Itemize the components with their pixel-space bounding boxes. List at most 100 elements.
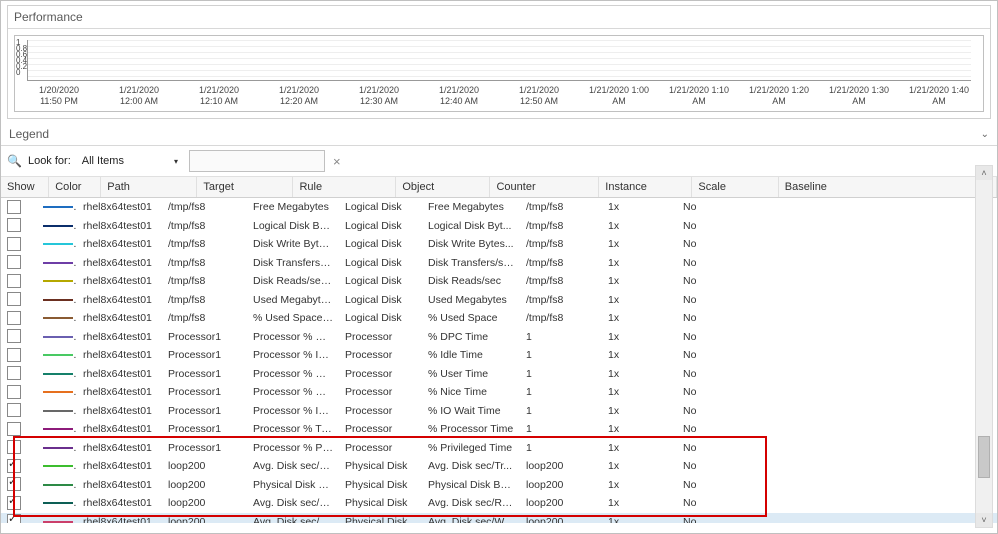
show-checkbox[interactable] <box>7 200 21 214</box>
filter-value: All Items <box>82 155 124 167</box>
table-row[interactable]: rhel8x64test01 /tmp/fs8 Disk Write Bytes… <box>1 235 997 254</box>
cell-path: rhel8x64test01 <box>77 275 162 287</box>
performance-panel: Performance 10.80.60.40.20 1/20/202011:5… <box>7 5 991 119</box>
cell-scale: 1x <box>602 275 677 287</box>
performance-chart[interactable]: 10.80.60.40.20 1/20/202011:50 PM1/21/202… <box>14 35 984 112</box>
table-row[interactable]: rhel8x64test01 Processor1 Processor % DP… <box>1 328 997 347</box>
show-checkbox[interactable] <box>7 218 21 232</box>
table-row[interactable]: rhel8x64test01 Processor1 Processor % Pr… <box>1 439 997 458</box>
show-checkbox[interactable] <box>7 385 21 399</box>
table-row[interactable]: rhel8x64test01 /tmp/fs8 % Used Space (..… <box>1 309 997 328</box>
grid-body[interactable]: rhel8x64test01 /tmp/fs8 Free Megabytes L… <box>1 198 997 523</box>
table-row[interactable]: rhel8x64test01 Processor1 Processor % Ni… <box>1 383 997 402</box>
cell-rule: Processor % IO T... <box>247 405 339 417</box>
col-baseline[interactable]: Baseline <box>779 177 997 197</box>
cell-instance: loop200 <box>520 516 602 523</box>
show-checkbox[interactable] <box>7 514 21 523</box>
show-checkbox[interactable] <box>7 311 21 325</box>
cell-path: rhel8x64test01 <box>77 405 162 417</box>
table-row[interactable]: rhel8x64test01 Processor1 Processor % IO… <box>1 402 997 421</box>
x-tick: 1/21/2020 1:00AM <box>579 85 659 107</box>
col-object[interactable]: Object <box>396 177 490 197</box>
col-counter[interactable]: Counter <box>490 177 599 197</box>
table-row[interactable]: rhel8x64test01 loop200 Avg. Disk sec/Tr.… <box>1 457 997 476</box>
cell-scale: 1x <box>602 405 677 417</box>
vertical-scrollbar[interactable]: ˄ ˅ <box>975 165 993 528</box>
show-checkbox[interactable] <box>7 459 21 473</box>
scroll-up-icon[interactable]: ˄ <box>976 166 992 180</box>
table-row[interactable]: rhel8x64test01 /tmp/fs8 Used Megabytes .… <box>1 291 997 310</box>
x-tick: 1/21/202012:20 AM <box>259 85 339 107</box>
scroll-down-icon[interactable]: ˅ <box>976 513 992 527</box>
filter-dropdown[interactable]: All Items ▾ <box>77 153 183 169</box>
show-checkbox[interactable] <box>7 496 21 510</box>
scroll-thumb[interactable] <box>978 436 990 478</box>
show-checkbox[interactable] <box>7 255 21 269</box>
cell-object: Physical Disk <box>339 479 422 491</box>
show-checkbox[interactable] <box>7 403 21 417</box>
cell-counter: Free Megabytes <box>422 201 520 213</box>
cell-scale: 1x <box>602 257 677 269</box>
cell-target: /tmp/fs8 <box>162 294 247 306</box>
cell-scale: 1x <box>602 497 677 509</box>
x-tick: 1/21/2020 1:40AM <box>899 85 979 107</box>
show-checkbox[interactable] <box>7 274 21 288</box>
legend-header[interactable]: Legend ⌄ <box>1 123 997 146</box>
cell-baseline: No <box>677 368 887 380</box>
show-checkbox[interactable] <box>7 366 21 380</box>
color-swatch <box>43 465 73 467</box>
color-swatch <box>43 354 73 356</box>
cell-scale: 1x <box>602 386 677 398</box>
table-row[interactable]: rhel8x64test01 loop200 Physical Disk Byt… <box>1 476 997 495</box>
cell-instance: 1 <box>520 442 602 454</box>
cell-instance: loop200 <box>520 497 602 509</box>
col-color[interactable]: Color <box>49 177 101 197</box>
cell-baseline: No <box>677 201 887 213</box>
table-row[interactable]: rhel8x64test01 Processor1 Processor % Id… <box>1 346 997 365</box>
cell-object: Logical Disk <box>339 220 422 232</box>
table-row[interactable]: rhel8x64test01 Processor1 Processor % Ti… <box>1 420 997 439</box>
table-row[interactable]: rhel8x64test01 loop200 Avg. Disk sec/W..… <box>1 513 997 524</box>
table-row[interactable]: rhel8x64test01 /tmp/fs8 Logical Disk Byt… <box>1 217 997 236</box>
col-scale[interactable]: Scale <box>692 177 778 197</box>
cell-object: Processor <box>339 349 422 361</box>
clear-search-button[interactable]: × <box>331 152 343 171</box>
table-row[interactable]: rhel8x64test01 loop200 Avg. Disk sec/Re.… <box>1 494 997 513</box>
show-checkbox[interactable] <box>7 422 21 436</box>
color-swatch <box>43 484 73 486</box>
col-path[interactable]: Path <box>101 177 197 197</box>
cell-counter: Avg. Disk sec/Re... <box>422 497 520 509</box>
show-checkbox[interactable] <box>7 348 21 362</box>
col-target[interactable]: Target <box>197 177 293 197</box>
show-checkbox[interactable] <box>7 440 21 454</box>
show-checkbox[interactable] <box>7 237 21 251</box>
table-row[interactable]: rhel8x64test01 /tmp/fs8 Disk Transfers/s… <box>1 254 997 273</box>
cell-rule: Physical Disk Byt... <box>247 479 339 491</box>
table-row[interactable]: rhel8x64test01 /tmp/fs8 Free Megabytes L… <box>1 198 997 217</box>
cell-baseline: No <box>677 405 887 417</box>
cell-baseline: No <box>677 275 887 287</box>
cell-counter: % Nice Time <box>422 386 520 398</box>
cell-object: Physical Disk <box>339 516 422 523</box>
cell-baseline: No <box>677 238 887 250</box>
col-instance[interactable]: Instance <box>599 177 692 197</box>
x-tick: 1/21/202012:40 AM <box>419 85 499 107</box>
show-checkbox[interactable] <box>7 292 21 306</box>
cell-scale: 1x <box>602 294 677 306</box>
search-input[interactable] <box>189 150 325 172</box>
show-checkbox[interactable] <box>7 477 21 491</box>
color-swatch <box>43 317 73 319</box>
cell-baseline: No <box>677 331 887 343</box>
close-icon: × <box>333 154 341 169</box>
table-row[interactable]: rhel8x64test01 /tmp/fs8 Disk Reads/sec (… <box>1 272 997 291</box>
col-show[interactable]: Show <box>1 177 49 197</box>
chevron-down-icon[interactable]: ⌄ <box>981 129 989 140</box>
cell-instance: /tmp/fs8 <box>520 201 602 213</box>
table-row[interactable]: rhel8x64test01 Processor1 Processor % Us… <box>1 365 997 384</box>
cell-scale: 1x <box>602 479 677 491</box>
col-rule[interactable]: Rule <box>293 177 396 197</box>
show-checkbox[interactable] <box>7 329 21 343</box>
x-tick: 1/21/2020 1:20AM <box>739 85 819 107</box>
color-swatch <box>43 206 73 208</box>
cell-rule: Avg. Disk sec/W... <box>247 516 339 523</box>
